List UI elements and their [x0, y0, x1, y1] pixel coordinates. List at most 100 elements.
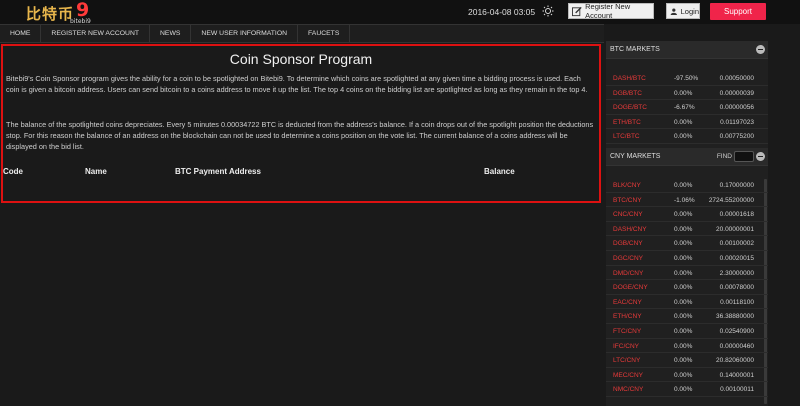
market-change: 0.00% — [674, 269, 693, 277]
market-row[interactable]: DASH/BTC -97.50% 0.00050000 — [606, 71, 768, 86]
nav-news[interactable]: NEWS — [150, 25, 192, 42]
market-search-input[interactable] — [734, 151, 754, 162]
market-price: 0.00100002 — [719, 240, 754, 248]
market-price: 0.00100011 — [720, 386, 754, 394]
market-change: -97.50% — [674, 75, 699, 82]
register-button-label: Register New Account — [585, 2, 631, 20]
market-pair: LTC/CNY — [613, 357, 641, 365]
market-change: 0.00% — [674, 342, 693, 350]
market-row[interactable]: DOGE/CNY 0.00% 0.00078000 — [606, 280, 768, 295]
column-header-code: Code — [3, 167, 23, 176]
market-price: 0.00050000 — [719, 75, 754, 82]
column-header-balance: Balance — [484, 167, 515, 176]
login-button-label: Login — [680, 6, 699, 16]
cny-markets-title: CNY MARKETS — [610, 153, 661, 160]
market-pair: DOGE/CNY — [613, 284, 648, 292]
server-datetime: 2016-04-08 03:05 — [468, 7, 536, 17]
market-change: -1.06% — [674, 196, 695, 204]
market-change: 0.00% — [674, 240, 693, 248]
sun-icon[interactable] — [542, 5, 554, 17]
market-change: 0.00% — [674, 298, 693, 306]
market-change: 0.00% — [674, 225, 693, 233]
market-row[interactable]: IFC/CNY 0.00% 0.00000460 — [606, 339, 768, 354]
collapse-icon[interactable] — [756, 152, 765, 161]
market-row[interactable]: DGC/CNY 0.00% 0.00020015 — [606, 251, 768, 266]
market-pair: NMC/CNY — [613, 386, 644, 394]
market-pair: BTC/CNY — [613, 196, 642, 204]
market-pair: MEC/CNY — [613, 371, 643, 379]
market-row[interactable]: DGB/CNY 0.00% 0.00100002 — [606, 236, 768, 251]
market-change: -6.67% — [674, 104, 695, 112]
market-change: 0.00% — [674, 357, 693, 365]
market-row[interactable]: ETH/BTC 0.00% 0.01197023 — [606, 115, 768, 130]
market-price: 0.00775200 — [719, 133, 754, 141]
market-row[interactable]: DASH/CNY 0.00% 20.00000001 — [606, 222, 768, 237]
market-change: 0.00% — [674, 328, 693, 335]
market-price: 0.00000039 — [719, 89, 754, 97]
market-row[interactable]: DGB/BTC 0.00% 0.00000039 — [606, 86, 768, 101]
main-nav: HOME REGISTER NEW ACCOUNT NEWS NEW USER … — [0, 24, 604, 43]
site-logo[interactable]: 比特币 9 bitebi9 — [26, 0, 91, 25]
register-new-account-button[interactable]: Register New Account — [568, 2, 654, 20]
market-price: 0.00118100 — [720, 298, 754, 306]
depreciation-paragraph: The balance of the spotlighted coins dep… — [6, 120, 594, 151]
market-pair: DASH/BTC — [613, 75, 646, 82]
market-change: 0.00% — [674, 89, 693, 97]
market-row[interactable]: LTC/CNY 0.00% 20.82060000 — [606, 353, 768, 368]
coin-sponsor-panel: Coin Sponsor Program Bitebi9's Coin Spon… — [1, 44, 601, 203]
nav-register-new-account[interactable]: REGISTER NEW ACCOUNT — [41, 25, 151, 42]
market-row[interactable]: CNC/CNY 0.00% 0.00001618 — [606, 207, 768, 222]
collapse-icon[interactable] — [756, 45, 765, 54]
support-button[interactable]: Support — [710, 3, 766, 20]
market-pair: IFC/CNY — [613, 342, 639, 350]
column-header-name: Name — [85, 167, 107, 176]
market-price: 0.01197023 — [720, 118, 754, 126]
market-row[interactable]: DOGE/BTC -6.67% 0.00000056 — [606, 100, 768, 115]
market-change: 0.00% — [674, 386, 693, 394]
nav-filler — [604, 24, 800, 41]
market-change: 0.00% — [674, 255, 693, 262]
market-price: 0.00020015 — [719, 255, 754, 262]
nav-new-user-information[interactable]: NEW USER INFORMATION — [191, 25, 299, 42]
nav-home[interactable]: HOME — [0, 25, 42, 42]
btc-markets-header[interactable]: BTC MARKETS — [606, 41, 768, 59]
column-header-btc-address: BTC Payment Address — [175, 167, 261, 176]
page-margin — [768, 41, 800, 406]
market-change: 0.00% — [674, 182, 693, 189]
cny-markets-header: CNY MARKETS FIND — [606, 148, 768, 166]
market-price: 2724.55200000 — [708, 196, 754, 204]
market-row[interactable]: BTC/CNY -1.06% 2724.55200000 — [606, 193, 768, 208]
market-price: 20.82060000 — [716, 357, 754, 365]
market-price: 0.00000460 — [719, 342, 754, 350]
market-pair: DGB/BTC — [613, 89, 642, 97]
market-pair: ETH/CNY — [613, 313, 642, 321]
market-row[interactable]: NMC/CNY 0.00% 0.00100011 — [606, 382, 768, 397]
market-price: 36.38880000 — [716, 313, 754, 321]
logo-chinese-text: 比特币 — [26, 5, 75, 23]
market-change: 0.00% — [674, 211, 693, 219]
btc-markets-title: BTC MARKETS — [610, 46, 660, 53]
market-row[interactable]: ETH/CNY 0.00% 36.38880000 — [606, 309, 768, 324]
find-label: FIND — [716, 153, 732, 160]
market-row[interactable]: MEC/CNY 0.00% 0.14000001 — [606, 368, 768, 383]
market-row[interactable]: DMD/CNY 0.00% 2.30000000 — [606, 266, 768, 281]
market-row[interactable]: EAC/CNY 0.00% 0.00118100 — [606, 295, 768, 310]
login-button[interactable]: Login — [666, 3, 700, 19]
market-pair: DOGE/BTC — [613, 104, 647, 112]
market-row[interactable]: BLK/CNY 0.00% 0.17000000 — [606, 178, 768, 193]
nav-faucets[interactable]: FAUCETS — [298, 25, 351, 42]
market-change: 0.00% — [674, 133, 693, 141]
market-pair: BLK/CNY — [613, 182, 641, 189]
market-price: 0.02540900 — [719, 328, 754, 335]
market-row[interactable]: FTC/CNY 0.00% 0.02540900 — [606, 324, 768, 339]
market-change: 0.00% — [674, 118, 693, 126]
page-title: Coin Sponsor Program — [229, 51, 373, 67]
markets-sidebar: BTC MARKETS CNY MARKETS FIND DASH/BTC -97… — [606, 41, 768, 406]
market-row[interactable]: LTC/BTC 0.00% 0.00775200 — [606, 129, 768, 144]
market-price: 2.30000000 — [719, 269, 754, 277]
market-pair: EAC/CNY — [613, 298, 642, 306]
user-icon — [670, 8, 677, 15]
market-change: 0.00% — [674, 313, 693, 321]
market-price: 0.00000056 — [719, 104, 754, 112]
market-pair: DMD/CNY — [613, 269, 644, 277]
